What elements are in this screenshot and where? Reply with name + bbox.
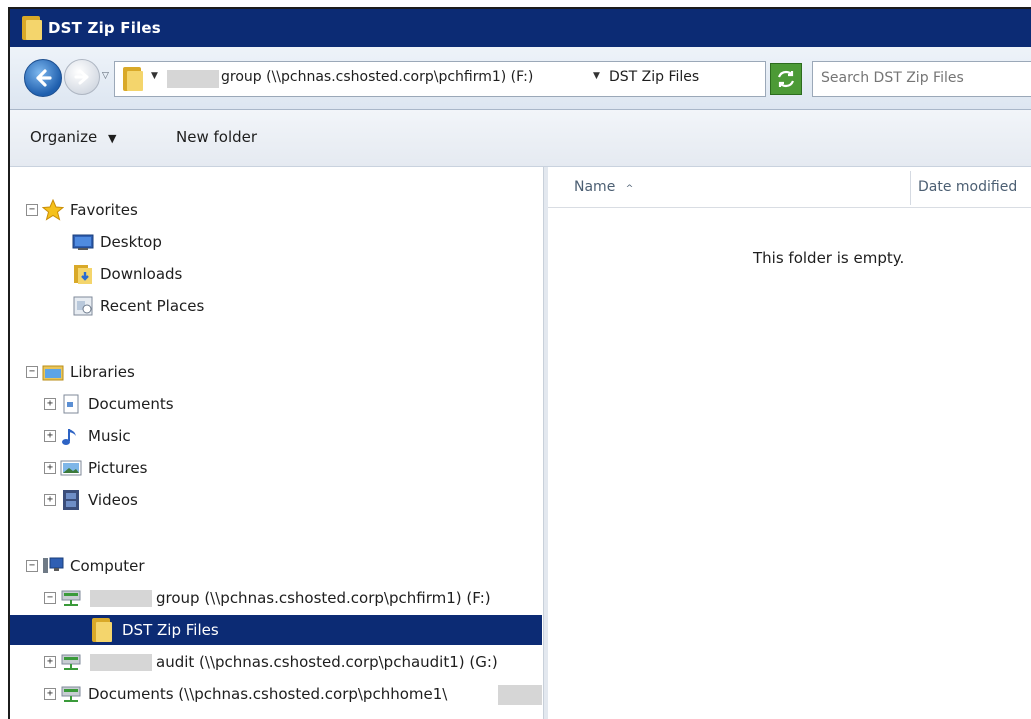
address-toolbar: ▽ ▼ group (\\pchnas.cshosted.corp\pchfir… <box>10 47 1031 110</box>
tree-item-desktop[interactable]: Desktop <box>10 227 542 257</box>
breadcrumb-chevron-icon[interactable]: ▼ <box>593 71 600 81</box>
collapse-icon[interactable]: − <box>26 560 38 572</box>
new-folder-button[interactable]: New folder <box>176 128 257 146</box>
tree-label: Pictures <box>88 459 148 477</box>
empty-folder-message: This folder is empty. <box>753 249 905 267</box>
tree-item-documents[interactable]: + Documents <box>10 389 542 419</box>
folder-icon <box>22 16 42 40</box>
collapse-icon[interactable]: − <box>26 204 38 216</box>
tree-item-drive-f[interactable]: − group (\\pchnas.cshosted.corp\pchfirm1… <box>10 583 542 613</box>
tree-label: Videos <box>88 491 138 509</box>
computer-icon <box>43 557 64 573</box>
tree-item-music[interactable]: + Music <box>10 421 542 451</box>
collapse-icon[interactable]: − <box>44 592 56 604</box>
tree-label: Downloads <box>100 265 183 283</box>
explorer-window: DST Zip Files ▽ ▼ group (\\pchnas.cshost… <box>8 7 1031 719</box>
search-input[interactable] <box>821 68 1031 88</box>
folder-icon <box>123 67 143 91</box>
tree-label: DST Zip Files <box>122 621 219 639</box>
tree-item-drive-documents[interactable]: + Documents (\\pchnas.cshosted.corp\pchh… <box>10 679 542 709</box>
redacted-text <box>498 685 542 705</box>
tree-label: Documents <box>88 395 174 413</box>
redacted-text <box>90 654 152 671</box>
search-box[interactable] <box>812 61 1031 97</box>
expand-icon[interactable]: + <box>44 398 56 410</box>
network-drive-icon <box>61 686 81 702</box>
column-header-name[interactable]: Name ^ <box>574 179 633 195</box>
music-note-icon <box>62 429 76 445</box>
tree-label: Recent Places <box>100 297 205 315</box>
tree-item-drive-g[interactable]: + audit (\\pchnas.cshosted.corp\pchaudit… <box>10 647 542 677</box>
back-button[interactable] <box>24 59 62 97</box>
network-drive-icon <box>61 590 81 606</box>
tree-label: Computer <box>70 557 145 575</box>
expand-icon[interactable]: + <box>44 462 56 474</box>
expand-icon[interactable]: + <box>44 430 56 442</box>
chevron-down-icon: ▼ <box>107 132 117 145</box>
tree-label: Desktop <box>100 233 162 251</box>
column-name-label: Name <box>574 179 616 195</box>
file-list-pane: Name ^ Date modified This folder is empt… <box>548 167 1031 719</box>
collapse-icon[interactable]: − <box>26 366 38 378</box>
column-divider[interactable] <box>910 171 911 205</box>
breadcrumb-drive[interactable]: group (\\pchnas.cshosted.corp\pchfirm1) … <box>221 69 533 85</box>
breadcrumb-current-folder[interactable]: DST Zip Files <box>609 69 699 85</box>
desktop-icon <box>72 234 94 250</box>
tree-label: Music <box>88 427 131 445</box>
organize-label: Organize <box>30 128 98 146</box>
recent-places-icon <box>73 296 93 316</box>
expand-icon[interactable]: + <box>44 688 56 700</box>
breadcrumb-chevron-icon[interactable]: ▼ <box>151 71 158 81</box>
tree-item-computer[interactable]: − Computer <box>10 551 542 581</box>
star-icon <box>42 199 64 221</box>
recent-pages-chevron-down-icon[interactable]: ▽ <box>102 71 109 81</box>
downloads-folder-icon <box>74 265 92 284</box>
tree-label: Documents (\\pchnas.cshosted.corp\pchhom… <box>88 685 448 703</box>
address-field[interactable]: ▼ group (\\pchnas.cshosted.corp\pchfirm1… <box>114 61 766 97</box>
tree-label: audit (\\pchnas.cshosted.corp\pchaudit1)… <box>156 653 498 671</box>
title-bar[interactable]: DST Zip Files <box>10 9 1031 47</box>
expand-icon[interactable]: + <box>44 656 56 668</box>
sort-ascending-icon: ^ <box>625 184 634 194</box>
network-drive-icon <box>61 654 81 670</box>
refresh-button[interactable] <box>770 63 802 95</box>
libraries-icon <box>42 365 64 381</box>
tree-item-downloads[interactable]: Downloads <box>10 259 542 289</box>
tree-item-pictures[interactable]: + Pictures <box>10 453 542 483</box>
pictures-icon <box>60 460 82 476</box>
forward-button[interactable] <box>64 59 100 95</box>
expand-icon[interactable]: + <box>44 494 56 506</box>
tree-label: Favorites <box>70 201 138 219</box>
navigation-pane: − Favorites Desktop Downloads Recent Pla… <box>10 167 542 719</box>
videos-icon <box>63 490 79 510</box>
column-header-row: Name ^ Date modified <box>548 167 1031 208</box>
tree-item-recent-places[interactable]: Recent Places <box>10 291 542 321</box>
folder-icon <box>92 618 112 642</box>
column-header-date-modified[interactable]: Date modified <box>918 179 1017 195</box>
redacted-text <box>90 590 152 607</box>
command-bar: Organize ▼ New folder <box>10 110 1031 167</box>
window-title: DST Zip Files <box>48 19 161 37</box>
organize-button[interactable]: Organize ▼ <box>30 128 116 146</box>
documents-icon <box>63 394 79 414</box>
tree-item-libraries[interactable]: − Libraries <box>10 357 542 387</box>
arrow-right-icon <box>74 69 89 85</box>
tree-item-favorites[interactable]: − Favorites <box>10 195 542 225</box>
tree-label: group (\\pchnas.cshosted.corp\pchfirm1) … <box>156 589 491 607</box>
tree-item-dst-zip-files[interactable]: DST Zip Files <box>10 615 542 645</box>
arrow-left-icon <box>36 69 52 87</box>
tree-label: Libraries <box>70 363 135 381</box>
tree-item-videos[interactable]: + Videos <box>10 485 542 515</box>
refresh-icon <box>777 70 795 88</box>
redacted-text <box>167 70 219 88</box>
